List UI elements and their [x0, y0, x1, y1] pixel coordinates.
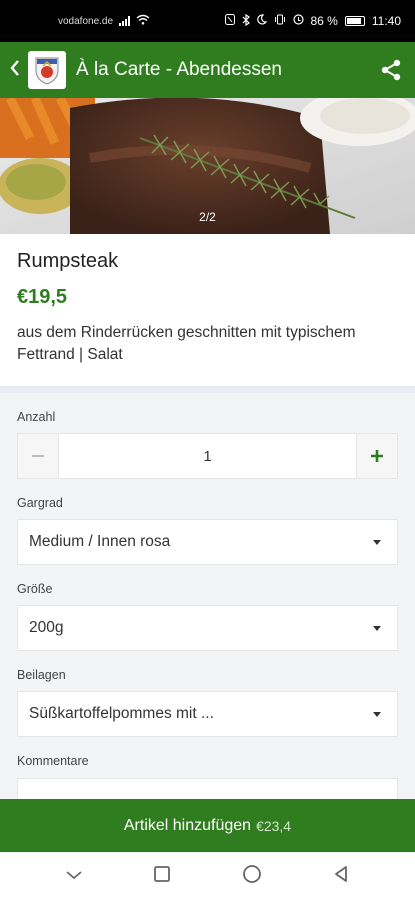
nfc-icon [224, 14, 235, 28]
square-icon [154, 866, 171, 882]
options-form: Anzahl 1 Gargrad Medium / Innen rosa Grö… [0, 393, 415, 818]
product-description: aus dem Rinderrücken geschnitten mit typ… [17, 324, 356, 363]
product-price: €19,5 [17, 286, 68, 308]
circle-icon [242, 865, 261, 883]
size-select[interactable]: 200g [17, 605, 398, 651]
size-value: 200g [29, 619, 64, 636]
sides-select[interactable]: Süßkartoffelpommes mit ... [17, 691, 398, 737]
product-name: Rumpsteak [17, 250, 119, 272]
carrier-label: vodafone.de [58, 15, 114, 27]
chevron-down-icon [66, 870, 82, 879]
quantity-stepper: 1 [17, 433, 398, 479]
wifi-icon [136, 14, 150, 28]
moon-icon [256, 14, 267, 28]
bluetooth-icon [242, 13, 250, 29]
nav-collapse-button[interactable] [65, 868, 83, 886]
gallery-counter: 2/2 [199, 210, 216, 224]
quantity-label: Anzahl [17, 410, 56, 424]
dropdown-caret-icon [373, 625, 381, 631]
doneness-value: Medium / Innen rosa [29, 533, 171, 550]
system-nav-bar [0, 852, 415, 900]
increase-button[interactable] [357, 434, 397, 478]
dropdown-caret-icon [373, 711, 381, 717]
status-bar: vodafone.de 86 % 11:40 [0, 0, 415, 42]
signal-icon [119, 16, 131, 26]
doneness-label: Gargrad [17, 496, 63, 510]
nav-recents-button[interactable] [153, 865, 171, 888]
page-title: À la Carte - Abendessen [76, 59, 282, 80]
product-image-gallery[interactable]: 2/2 [0, 98, 415, 234]
data-saver-icon [292, 14, 304, 28]
comments-label: Kommentare [17, 754, 89, 768]
product-info: Rumpsteak €19,5 aus dem Rinderrücken ges… [0, 234, 415, 386]
doneness-select[interactable]: Medium / Innen rosa [17, 519, 398, 565]
share-icon [381, 59, 401, 81]
nav-home-button[interactable] [242, 864, 262, 889]
share-button[interactable] [367, 58, 415, 82]
quantity-value[interactable]: 1 [58, 434, 357, 478]
vibrate-icon [274, 14, 286, 28]
sides-label: Beilagen [17, 668, 66, 682]
add-to-cart-total: €23,4 [256, 817, 292, 834]
clock: 11:40 [371, 14, 401, 28]
plus-icon [371, 450, 383, 462]
status-left: vodafone.de [58, 14, 150, 28]
restaurant-logo [28, 51, 66, 89]
back-button[interactable] [2, 57, 28, 83]
nav-back-button[interactable] [332, 865, 350, 888]
app-bar: À la Carte - Abendessen [0, 42, 415, 98]
add-to-cart-button[interactable]: Artikel hinzufügen €23,4 [0, 799, 415, 852]
chevron-left-icon [10, 60, 19, 76]
size-label: Größe [17, 582, 53, 596]
battery-icon [344, 16, 365, 26]
dropdown-caret-icon [373, 539, 381, 545]
minus-icon [32, 455, 44, 457]
add-to-cart-label: Artikel hinzufügen [123, 816, 252, 834]
triangle-back-icon [334, 866, 347, 882]
battery-percent: 86 % [310, 14, 338, 28]
section-divider [0, 386, 415, 393]
sides-value: Süßkartoffelpommes mit ... [29, 705, 214, 722]
decrease-button[interactable] [18, 434, 58, 478]
status-right: 86 % 11:40 [224, 13, 401, 29]
